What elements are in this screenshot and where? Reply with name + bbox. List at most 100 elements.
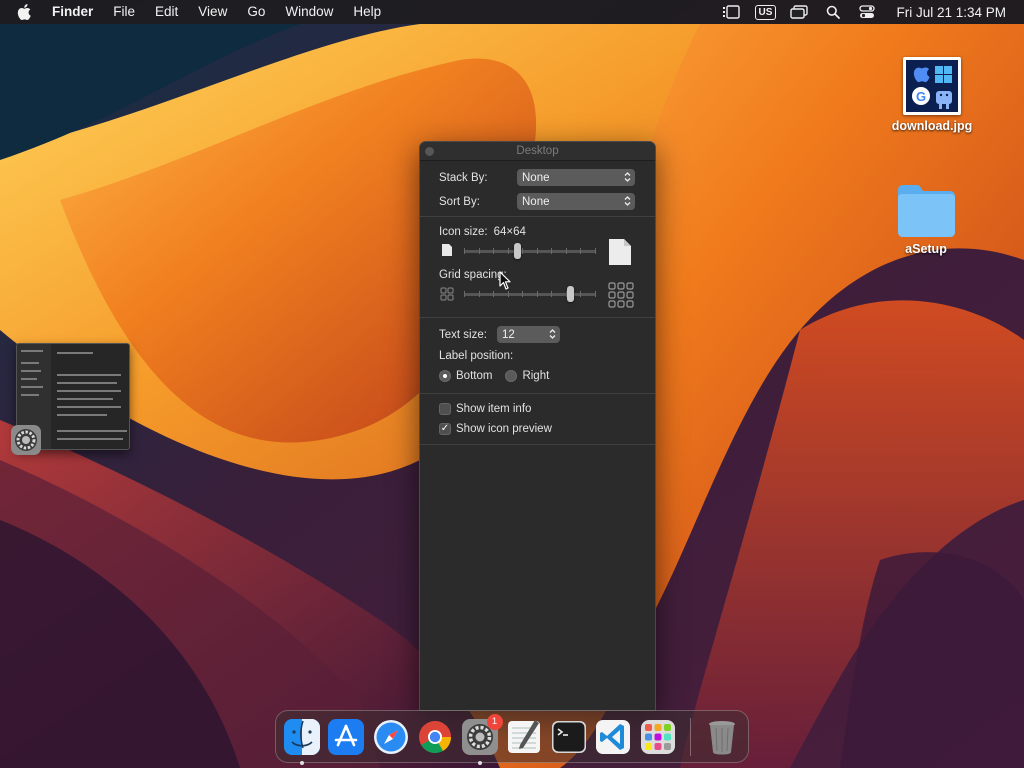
sizing-section: Icon size: 64×64 Grid spacing: xyxy=(420,217,655,318)
icon-size-value: 64×64 xyxy=(493,226,526,238)
image-file-icon: G xyxy=(903,57,961,115)
menu-edit[interactable]: Edit xyxy=(145,0,188,24)
menu-bar-status-area: US Fri Jul 21 1:34 PM xyxy=(714,0,1024,24)
slider-tick xyxy=(537,291,538,297)
dock-finder[interactable] xyxy=(282,717,322,765)
dock-system-settings[interactable]: 1 xyxy=(460,713,503,765)
desktop-icon-label: download.jpg xyxy=(891,119,973,133)
grid-compact-icon xyxy=(440,287,454,301)
slider-tick xyxy=(479,291,480,297)
desktop-view-options-panel: Desktop Stack By: None Sort By: None Ico… xyxy=(419,141,656,711)
dock-chrome[interactable] xyxy=(416,717,456,757)
launchpad-icon xyxy=(640,719,675,754)
stage-manager-icon[interactable] xyxy=(714,0,748,24)
slider-knob[interactable] xyxy=(514,243,521,259)
chrome-icon xyxy=(419,720,452,753)
dock-app-store[interactable] xyxy=(327,717,367,757)
grid-spacing-label: Grid spacing: xyxy=(439,269,507,281)
textedit-icon xyxy=(508,719,541,753)
menu-bar-clock[interactable]: Fri Jul 21 1:34 PM xyxy=(884,5,1024,20)
chevron-updown-icon xyxy=(624,196,631,206)
show-item-info-checkbox[interactable]: Show item info xyxy=(439,403,531,415)
stack-by-value: None xyxy=(522,171,550,184)
text-section: Text size: 12 Label position: Bottom Rig… xyxy=(420,318,655,394)
label-position-label: Label position: xyxy=(439,350,514,362)
apple-menu-icon[interactable] xyxy=(0,4,48,20)
screen-mirroring-icon[interactable] xyxy=(782,0,816,24)
slider-tick xyxy=(595,248,596,254)
panel-close-button[interactable] xyxy=(425,147,434,156)
dock-vscode[interactable] xyxy=(594,717,634,757)
folder-icon xyxy=(898,185,955,237)
text-size-popup[interactable]: 12 xyxy=(497,326,560,343)
dock-textedit[interactable] xyxy=(505,717,545,757)
slider-tick xyxy=(566,248,567,254)
grid-spacing-slider[interactable] xyxy=(464,286,596,302)
text-size-label: Text size: xyxy=(439,328,487,341)
menu-window[interactable]: Window xyxy=(275,0,343,24)
notification-badge: 1 xyxy=(486,713,503,730)
menu-app-finder[interactable]: Finder xyxy=(48,0,103,24)
spotlight-search-icon[interactable] xyxy=(816,0,850,24)
slider-tick xyxy=(464,248,465,254)
dock-terminal[interactable] xyxy=(549,717,589,757)
text-size-value: 12 xyxy=(502,328,515,341)
sort-by-popup[interactable]: None xyxy=(517,193,635,210)
options-section: Show item info ✓ Show icon preview xyxy=(420,394,655,445)
menu-go[interactable]: Go xyxy=(237,0,275,24)
dock-safari[interactable] xyxy=(371,717,411,757)
dock: 1 xyxy=(275,710,749,765)
trash-icon xyxy=(709,720,736,754)
radio-label: Right xyxy=(522,370,550,382)
show-icon-preview-checkbox[interactable]: ✓ Show icon preview xyxy=(439,423,552,435)
finder-icon xyxy=(283,718,320,755)
system-settings-app-icon[interactable] xyxy=(10,424,42,456)
slider-tick xyxy=(580,291,581,297)
desktop-icon-download-jpg[interactable]: G download.jpg xyxy=(882,57,982,133)
slider-tick xyxy=(479,248,480,254)
panel-title: Desktop xyxy=(516,145,559,157)
slider-tick xyxy=(551,291,552,297)
sort-by-value: None xyxy=(522,195,550,208)
slider-tick xyxy=(595,291,596,297)
slider-tick xyxy=(522,248,523,254)
dock-launchpad[interactable] xyxy=(638,717,678,757)
dock-divider xyxy=(689,717,691,756)
slider-tick xyxy=(522,291,523,297)
menu-help[interactable]: Help xyxy=(343,0,391,24)
control-center-icon[interactable] xyxy=(850,0,884,24)
label-position-right-radio[interactable]: Right xyxy=(505,370,549,382)
checkbox-label: Show icon preview xyxy=(456,423,552,435)
label-position-bottom-radio[interactable]: Bottom xyxy=(439,370,492,382)
icon-size-label: Icon size: xyxy=(439,226,488,238)
radio-label: Bottom xyxy=(456,370,493,382)
terminal-icon xyxy=(551,720,586,753)
icon-size-slider[interactable] xyxy=(464,243,596,259)
mouse-pointer-icon xyxy=(499,271,511,290)
stack-by-label: Stack By: xyxy=(439,171,488,184)
slider-knob[interactable] xyxy=(567,286,574,302)
slider-tick xyxy=(508,248,509,254)
input-source-icon[interactable]: US xyxy=(748,0,782,24)
grid-wide-icon xyxy=(608,282,634,308)
menu-view[interactable]: View xyxy=(188,0,237,24)
chevron-updown-icon xyxy=(624,172,631,182)
panel-titlebar[interactable]: Desktop xyxy=(420,142,655,161)
dock-trash[interactable] xyxy=(702,717,742,757)
checkbox-unchecked xyxy=(439,403,451,415)
stack-by-popup[interactable]: None xyxy=(517,169,635,186)
desktop-icon-label: aSetup xyxy=(905,242,947,256)
menu-file[interactable]: File xyxy=(103,0,145,24)
sort-by-label: Sort By: xyxy=(439,195,480,208)
desktop-icon-asetup[interactable]: aSetup xyxy=(876,182,976,256)
small-document-icon xyxy=(442,244,452,256)
safari-icon xyxy=(373,719,408,754)
slider-tick xyxy=(580,248,581,254)
radio-selected xyxy=(439,370,451,382)
slider-tick xyxy=(464,291,465,297)
slider-tick xyxy=(508,291,509,297)
slider-tick xyxy=(551,248,552,254)
running-indicator xyxy=(300,760,304,765)
large-document-icon xyxy=(609,239,631,265)
app-store-icon xyxy=(328,718,365,755)
